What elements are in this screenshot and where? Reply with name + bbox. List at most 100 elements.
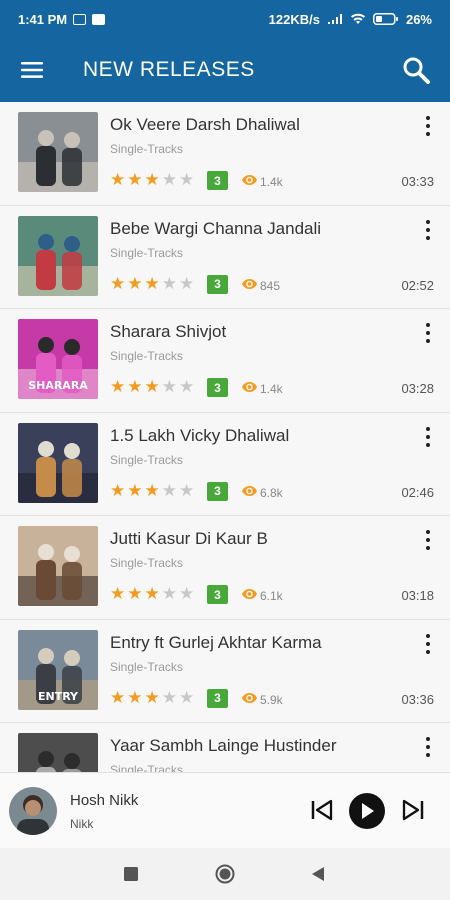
track-list[interactable]: Ok Veere Darsh Dhaliwal Single-Tracks ★ …	[0, 102, 450, 772]
back-button[interactable]	[308, 864, 328, 884]
more-options-icon[interactable]	[424, 530, 432, 550]
star-icon[interactable]: ★	[179, 171, 194, 189]
home-button[interactable]	[215, 864, 235, 884]
star-icon[interactable]: ★	[179, 688, 194, 707]
rating-stars[interactable]: ★ ★ ★ ★ ★	[110, 481, 194, 500]
track-title: Sharara Shivjot	[110, 322, 227, 341]
recents-button[interactable]	[121, 864, 141, 884]
track-duration: 03:18	[401, 588, 434, 603]
square-icon	[124, 867, 138, 881]
album-art-thumbnail[interactable]	[18, 112, 98, 192]
triangle-back-icon	[312, 867, 324, 881]
star-icon[interactable]: ★	[179, 274, 194, 293]
album-art-thumbnail[interactable]: ENTRY	[18, 629, 98, 710]
eye-icon	[242, 175, 257, 185]
album-art-thumbnail[interactable]	[18, 526, 98, 606]
view-count: 845	[260, 278, 281, 293]
circle-icon	[215, 864, 235, 884]
track-duration: 03:28	[401, 381, 434, 396]
star-icon[interactable]: ★	[179, 585, 194, 603]
star-icon[interactable]: ★	[145, 274, 160, 293]
more-options-icon[interactable]	[424, 737, 432, 757]
star-icon[interactable]: ★	[162, 585, 177, 603]
rating-stars[interactable]: ★ ★ ★ ★ ★	[110, 688, 194, 707]
menu-icon[interactable]	[0, 38, 64, 102]
star-icon[interactable]: ★	[127, 171, 142, 189]
album-art-thumbnail[interactable]	[18, 215, 98, 296]
rating-stars[interactable]: ★ ★ ★ ★ ★	[110, 274, 194, 293]
star-icon[interactable]: ★	[162, 481, 177, 500]
view-count: 1.4k	[260, 175, 283, 189]
star-icon[interactable]: ★	[162, 688, 177, 707]
mini-player[interactable]: Hosh Nikk Nikk	[0, 772, 450, 848]
now-playing-title: Hosh Nikk	[70, 792, 139, 809]
rating-badge: 3	[207, 171, 228, 190]
star-icon[interactable]: ★	[110, 274, 125, 293]
star-icon[interactable]: ★	[110, 688, 125, 707]
previous-track-button[interactable]	[309, 798, 335, 822]
star-icon[interactable]: ★	[110, 481, 125, 500]
notification-icon	[73, 13, 87, 25]
star-icon[interactable]: ★	[145, 171, 160, 189]
album-art-thumbnail[interactable]: SHARARA	[18, 319, 98, 399]
rating-stars[interactable]: ★ ★ ★ ★ ★	[110, 585, 194, 603]
star-icon[interactable]: ★	[127, 378, 142, 396]
thumb-text: ENTRY	[38, 690, 79, 703]
track-item[interactable]: 1.5 Lakh Vicky Dhaliwal Single-Tracks ★ …	[0, 412, 450, 516]
view-count: 6.1k	[260, 589, 283, 603]
track-category: Single-Tracks	[110, 349, 183, 363]
star-icon[interactable]: ★	[145, 481, 160, 500]
next-track-button[interactable]	[400, 798, 426, 822]
star-icon[interactable]: ★	[162, 274, 177, 293]
track-title: Jutti Kasur Di Kaur B	[110, 529, 268, 548]
now-playing-avatar[interactable]	[9, 787, 57, 835]
track-item[interactable]: Bebe Wargi Channa Jandali Single-Tracks …	[0, 205, 450, 309]
star-icon[interactable]: ★	[162, 171, 177, 189]
more-options-icon[interactable]	[424, 323, 432, 343]
rating-badge: 3	[207, 481, 228, 501]
track-title: Bebe Wargi Channa Jandali	[110, 218, 322, 238]
track-duration: 03:33	[401, 174, 434, 189]
star-icon[interactable]: ★	[145, 378, 160, 396]
more-options-icon[interactable]	[424, 219, 432, 240]
star-icon[interactable]: ★	[179, 378, 194, 396]
search-icon[interactable]	[384, 38, 448, 102]
album-art-thumbnail[interactable]	[18, 422, 98, 503]
track-duration: 02:52	[401, 277, 434, 293]
star-icon[interactable]: ★	[162, 378, 177, 396]
notification-icon-2	[92, 13, 106, 25]
play-button[interactable]	[349, 793, 385, 829]
star-icon[interactable]: ★	[145, 688, 160, 707]
rating-stars[interactable]: ★ ★ ★ ★ ★	[110, 378, 194, 396]
rating-stars[interactable]: ★ ★ ★ ★ ★	[110, 171, 194, 189]
page-title: NEW RELEASES	[83, 58, 255, 81]
track-item[interactable]: SHARARA Sharara Shivjot Single-Tracks ★ …	[0, 309, 450, 413]
star-icon[interactable]: ★	[110, 171, 125, 189]
star-icon[interactable]: ★	[127, 585, 142, 603]
track-duration: 02:46	[401, 484, 434, 500]
star-icon[interactable]: ★	[127, 274, 142, 293]
track-title: Entry ft Gurlej Akhtar Karma	[110, 632, 322, 652]
star-icon[interactable]: ★	[145, 585, 160, 603]
star-icon[interactable]: ★	[110, 585, 125, 603]
more-options-icon[interactable]	[424, 633, 432, 654]
track-item[interactable]: Jutti Kasur Di Kaur B Single-Tracks ★ ★ …	[0, 516, 450, 620]
track-category: Single-Tracks	[110, 142, 183, 156]
track-title: 1.5 Lakh Vicky Dhaliwal	[110, 425, 290, 445]
eye-icon	[242, 485, 257, 496]
track-title: Ok Veere Darsh Dhaliwal	[110, 115, 300, 134]
track-item[interactable]: Ok Veere Darsh Dhaliwal Single-Tracks ★ …	[0, 102, 450, 206]
view-count: 1.4k	[260, 382, 283, 396]
track-item[interactable]: Yaar Sambh Lainge Hustinder Single-Track…	[0, 723, 450, 772]
eye-icon	[242, 382, 257, 392]
eye-icon	[242, 278, 257, 289]
track-item[interactable]: ENTRY Entry ft Gurlej Akhtar Karma Singl…	[0, 619, 450, 723]
battery-level: 26%	[405, 11, 432, 27]
more-options-icon[interactable]	[424, 116, 432, 136]
star-icon[interactable]: ★	[127, 688, 142, 707]
more-options-icon[interactable]	[424, 426, 432, 447]
star-icon[interactable]: ★	[179, 481, 194, 500]
star-icon[interactable]: ★	[127, 481, 142, 500]
star-icon[interactable]: ★	[110, 378, 125, 396]
album-art-thumbnail[interactable]	[18, 733, 98, 772]
